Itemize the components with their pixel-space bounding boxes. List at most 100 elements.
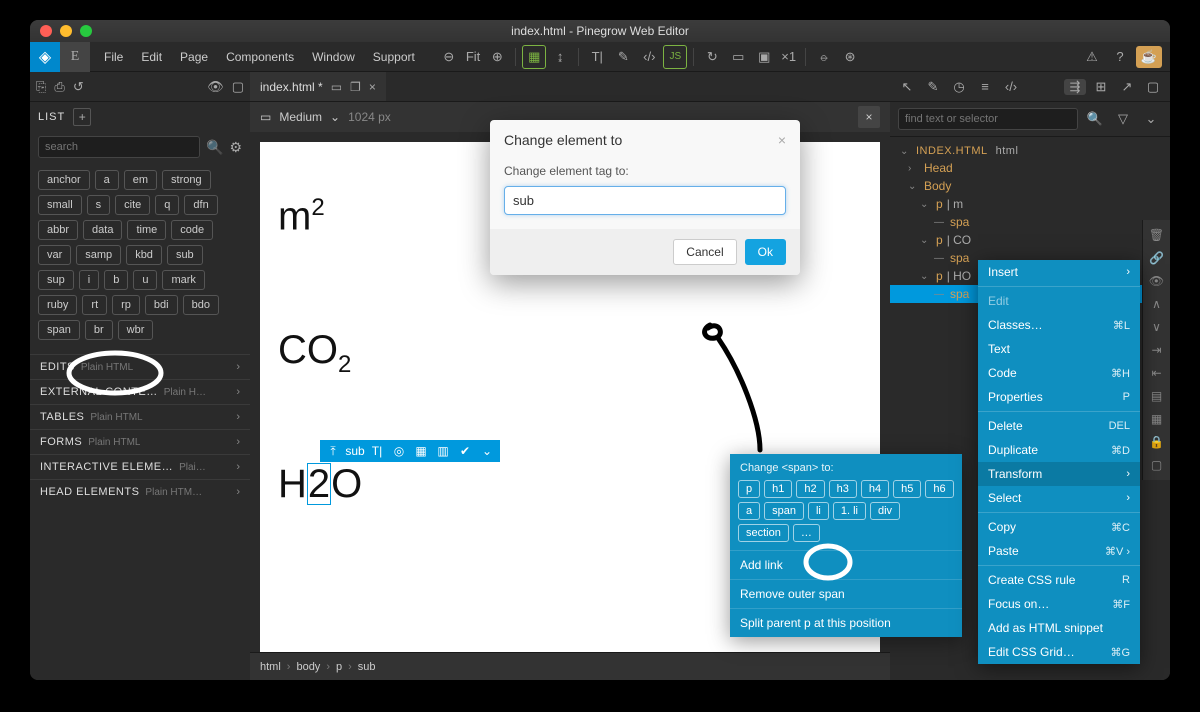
viewport-size[interactable]: Medium: [279, 110, 322, 124]
breadcrumb-item[interactable]: html: [260, 661, 281, 673]
tag-input[interactable]: [504, 186, 786, 215]
undo-icon[interactable]: ↺: [73, 79, 84, 95]
transform-tag-h1[interactable]: h1: [764, 480, 792, 498]
split-icon[interactable]: ▭: [331, 80, 342, 94]
outdent-icon[interactable]: ⇤: [1147, 363, 1167, 382]
tag-sub[interactable]: sub: [167, 245, 203, 265]
transform-tag-…[interactable]: …: [793, 524, 820, 542]
tag-span[interactable]: span: [38, 320, 80, 340]
up-icon[interactable]: ∧: [1147, 295, 1167, 314]
filter-icon[interactable]: ⚙: [229, 139, 242, 156]
check-icon[interactable]: ✔: [456, 444, 474, 458]
tag-rt[interactable]: rt: [82, 295, 107, 315]
file-tab[interactable]: index.html * ▭ ❐ ×: [250, 72, 386, 101]
grid-toggle-icon[interactable]: ▦: [522, 45, 546, 69]
transform-tag-1. li[interactable]: 1. li: [833, 502, 866, 520]
filter-icon[interactable]: ▽: [1112, 111, 1134, 127]
tree-row[interactable]: ⌄p | m: [890, 195, 1170, 213]
globe-icon[interactable]: ⊛: [838, 45, 862, 69]
coffee-icon[interactable]: ☕: [1136, 46, 1162, 68]
tree-row[interactable]: —spa: [890, 213, 1170, 231]
breadcrumb-item[interactable]: p: [336, 661, 342, 673]
visibility-icon[interactable]: ⦵: [812, 45, 836, 69]
ctx-item-insert[interactable]: Insert›: [978, 260, 1140, 284]
e-logo-icon[interactable]: E: [60, 42, 90, 72]
transform-tag-p[interactable]: p: [738, 480, 760, 498]
library-icon[interactable]: ⎘: [36, 79, 46, 95]
transform-tag-span[interactable]: span: [764, 502, 804, 520]
print-icon[interactable]: ⎙: [54, 79, 64, 95]
ctx-item-copy[interactable]: Copy⌘C: [978, 515, 1140, 539]
trash-icon[interactable]: 🗑: [1147, 226, 1167, 245]
transform-tag-h4[interactable]: h4: [861, 480, 889, 498]
formula-h2o[interactable]: H2O: [278, 462, 362, 507]
grid-icon[interactable]: ▦: [412, 444, 430, 458]
tag-b[interactable]: b: [104, 270, 128, 290]
tree-file-row[interactable]: ⌄ INDEX.HTML html: [890, 143, 1170, 159]
cursor-icon[interactable]: ↖: [896, 79, 918, 95]
tag-time[interactable]: time: [127, 220, 166, 240]
section-row[interactable]: EDITSPlain HTML›: [30, 354, 250, 379]
tag-kbd[interactable]: kbd: [126, 245, 162, 265]
tag-rp[interactable]: rp: [112, 295, 140, 315]
tag-ruby[interactable]: ruby: [38, 295, 77, 315]
ctx-item-create-css-rule[interactable]: Create CSS ruleR: [978, 568, 1140, 592]
section-row[interactable]: EXTERNAL CONTE…Plain H…›: [30, 379, 250, 404]
close-viewport-icon[interactable]: ×: [858, 106, 880, 128]
js-toggle-icon[interactable]: JS: [663, 45, 687, 69]
down-icon[interactable]: ∨: [1147, 318, 1167, 337]
tag-strong[interactable]: strong: [162, 170, 211, 190]
zoom-in-icon[interactable]: ⊕: [485, 45, 509, 69]
formula-co2[interactable]: CO2: [278, 328, 351, 379]
tree-icon[interactable]: ⇶: [1064, 79, 1086, 95]
ctx-item-classes-[interactable]: Classes…⌘L: [978, 313, 1140, 337]
transform-tag-a[interactable]: a: [738, 502, 760, 520]
duplicate-view-icon[interactable]: ❐: [350, 80, 361, 94]
tag-a[interactable]: a: [95, 170, 119, 190]
code-icon[interactable]: ‹/›: [1000, 79, 1022, 94]
alert-icon[interactable]: ⚠: [1080, 45, 1104, 69]
brush-icon[interactable]: ✎: [611, 45, 635, 69]
code-icon[interactable]: ‹/›: [637, 45, 661, 69]
search-input[interactable]: [38, 136, 200, 158]
search-icon[interactable]: 🔍: [206, 139, 223, 156]
ctx-item-select[interactable]: Select›: [978, 486, 1140, 510]
transform-action[interactable]: Split parent p at this position: [730, 608, 962, 637]
device-icon[interactable]: ▭: [260, 110, 271, 124]
breadcrumb-item[interactable]: sub: [358, 661, 376, 673]
formula-m2[interactable]: m2: [278, 194, 325, 239]
transform-action[interactable]: Remove outer span: [730, 579, 962, 608]
close-icon[interactable]: ×: [778, 132, 786, 148]
menu-window[interactable]: Window: [304, 46, 363, 68]
tag-data[interactable]: data: [83, 220, 122, 240]
transform-tag-h3[interactable]: h3: [829, 480, 857, 498]
eye-icon[interactable]: 👁: [1147, 272, 1167, 291]
ctx-item-focus-on-[interactable]: Focus on…⌘F: [978, 592, 1140, 616]
selected-char[interactable]: 2: [307, 463, 331, 505]
tag-u[interactable]: u: [133, 270, 157, 290]
text-edit-icon[interactable]: T|: [368, 444, 386, 458]
ctx-item-properties[interactable]: PropertiesP: [978, 385, 1140, 409]
transform-tag-div[interactable]: div: [870, 502, 900, 520]
tree-row[interactable]: ⌄Body: [890, 177, 1170, 195]
breadcrumb-item[interactable]: body: [296, 661, 320, 673]
section-row[interactable]: INTERACTIVE ELEME…Plai…›: [30, 454, 250, 479]
cancel-button[interactable]: Cancel: [673, 239, 736, 265]
transform-tag-section[interactable]: section: [738, 524, 789, 542]
tag-small[interactable]: small: [38, 195, 82, 215]
search-icon[interactable]: 🔍: [1084, 111, 1106, 127]
tag-var[interactable]: var: [38, 245, 71, 265]
tag-sup[interactable]: sup: [38, 270, 74, 290]
fit-button[interactable]: Fit: [463, 45, 483, 69]
text-tool-icon[interactable]: T|: [585, 45, 609, 69]
grid-icon[interactable]: ▦: [1147, 409, 1167, 428]
components-icon[interactable]: ⊞: [1090, 79, 1112, 95]
close-tab-icon[interactable]: ×: [369, 80, 376, 94]
tree-row[interactable]: ›Head: [890, 159, 1170, 177]
transform-tag-h5[interactable]: h5: [893, 480, 921, 498]
refresh-icon[interactable]: ↻: [700, 45, 724, 69]
ctx-item-delete[interactable]: DeleteDEL: [978, 414, 1140, 438]
panel-icon[interactable]: ▢: [1147, 455, 1167, 474]
move-up-icon[interactable]: ⤒: [324, 444, 342, 459]
transform-action[interactable]: Add link: [730, 550, 962, 579]
